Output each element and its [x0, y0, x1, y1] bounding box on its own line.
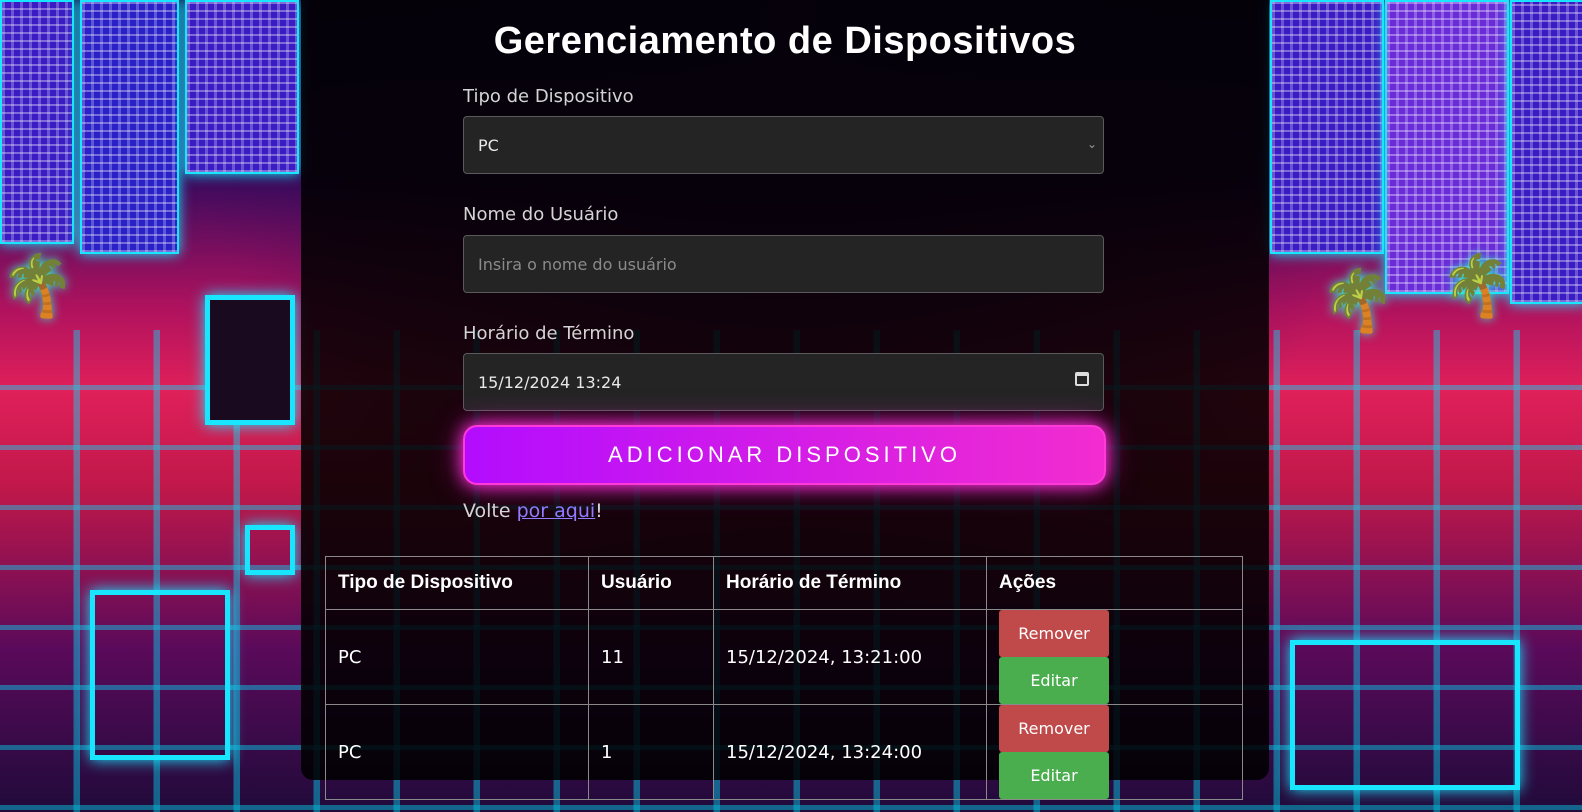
remove-button[interactable]: Remover	[999, 610, 1109, 657]
header-device-type: Tipo de Dispositivo	[325, 556, 589, 610]
user-name-label: Nome do Usuário	[463, 204, 619, 225]
header-actions: Ações	[986, 556, 1243, 610]
cell-device-type: PC	[325, 704, 589, 800]
edit-button[interactable]: Editar	[999, 657, 1109, 704]
end-time-value: 15/12/2024 13:24	[478, 372, 622, 392]
neon-block	[205, 295, 295, 425]
cell-actions: RemoverEditar	[986, 704, 1243, 800]
page-title: Gerenciamento de Dispositivos	[493, 20, 1077, 62]
back-text: Volte por aqui!	[463, 500, 603, 522]
device-type-label: Tipo de Dispositivo	[463, 86, 634, 107]
building	[0, 0, 74, 244]
palm-tree: 🌴	[1440, 251, 1515, 321]
header-end-time: Horário de Término	[713, 556, 987, 610]
devices-table: Tipo de Dispositivo Usuário Horário de T…	[325, 556, 1243, 800]
cell-user: 1	[588, 704, 714, 800]
back-link[interactable]: por aqui	[517, 500, 596, 522]
device-type-value: PC	[478, 135, 499, 155]
remove-button[interactable]: Remover	[999, 705, 1109, 752]
cell-device-type: PC	[325, 609, 589, 705]
back-prefix: Volte	[463, 500, 517, 522]
user-name-input[interactable]: Insira o nome do usuário	[463, 235, 1104, 293]
neon-block	[1290, 640, 1520, 790]
add-device-button[interactable]: ADICIONAR DISPOSITIVO	[463, 425, 1106, 485]
neon-block	[90, 590, 230, 760]
table-header-row: Tipo de Dispositivo Usuário Horário de T…	[325, 556, 1243, 610]
building	[1270, 0, 1384, 254]
device-type-select[interactable]: PC ⌄	[463, 116, 1104, 174]
end-time-label: Horário de Término	[463, 323, 635, 344]
back-suffix: !	[595, 500, 603, 522]
table-row: PC 11 15/12/2024, 13:21:00 RemoverEditar	[325, 609, 1243, 705]
table-row: PC 1 15/12/2024, 13:24:00 RemoverEditar	[325, 704, 1243, 800]
building	[1510, 0, 1582, 304]
cell-end-time: 15/12/2024, 13:24:00	[713, 704, 987, 800]
palm-tree: 🌴	[1320, 266, 1395, 336]
end-time-input[interactable]: 15/12/2024 13:24	[463, 353, 1104, 411]
palm-tree: 🌴	[0, 251, 75, 321]
user-name-placeholder: Insira o nome do usuário	[478, 254, 677, 274]
chevron-down-icon: ⌄	[1086, 137, 1097, 151]
building	[80, 0, 179, 254]
cell-actions: RemoverEditar	[986, 609, 1243, 705]
calendar-icon[interactable]	[1075, 372, 1089, 386]
cell-end-time: 15/12/2024, 13:21:00	[713, 609, 987, 705]
edit-button[interactable]: Editar	[999, 752, 1109, 799]
building	[185, 0, 299, 174]
neon-block	[245, 525, 295, 575]
cell-user: 11	[588, 609, 714, 705]
header-user: Usuário	[588, 556, 714, 610]
